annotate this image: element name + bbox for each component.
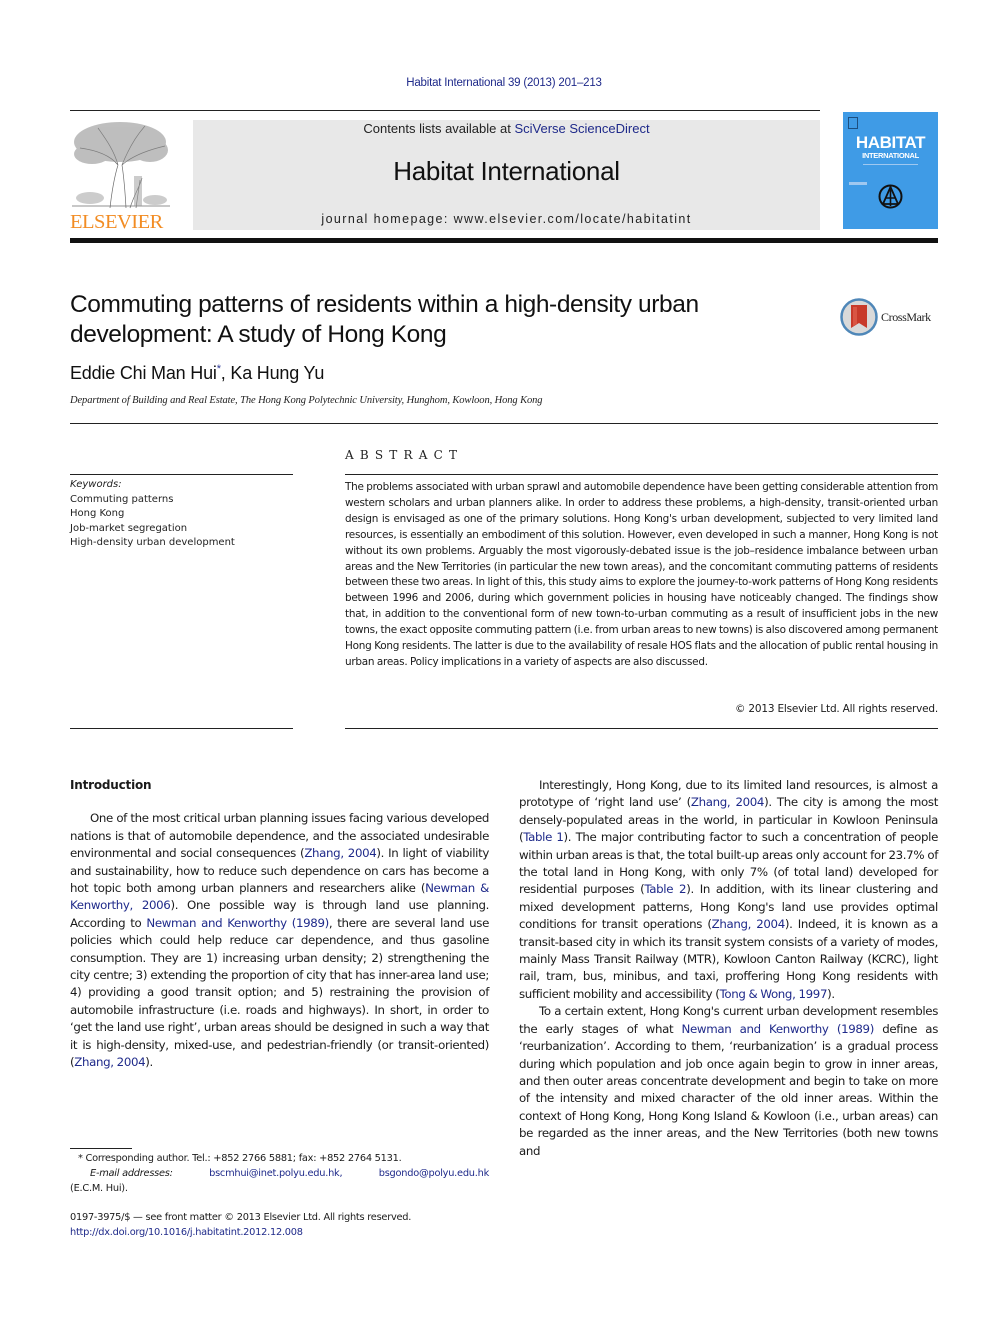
keyword-item: Commuting patterns: [70, 493, 174, 505]
author-separator: ,: [220, 363, 231, 383]
body-text: , there are several land use policies wh…: [70, 915, 489, 1070]
citation-link[interactable]: Table 2: [644, 882, 686, 896]
masthead: Contents lists available at SciVerse Sci…: [193, 120, 820, 230]
contents-line: Contents lists available at SciVerse Sci…: [193, 121, 820, 136]
email-link[interactable]: bscmhui@inet.polyu.edu.hk,: [209, 1166, 342, 1181]
footnote-mark: *: [78, 1153, 83, 1164]
title-rule: [70, 423, 938, 424]
cover-title: HABITAT: [855, 133, 926, 152]
footnote-rule: [70, 1148, 132, 1149]
keywords-rule: [70, 474, 293, 475]
body-text: ).: [145, 1055, 153, 1070]
masthead-rule: [70, 238, 938, 243]
sciencedirect-link[interactable]: SciVerse ScienceDirect: [514, 121, 649, 136]
keywords-label: Keywords:: [70, 479, 122, 490]
journal-homepage-link[interactable]: journal homepage: www.elsevier.com/locat…: [193, 212, 820, 226]
body-left-column: Introduction One of the most critical ur…: [70, 777, 489, 1072]
cover-subtitle: INTERNATIONAL: [862, 151, 919, 160]
email-row: E-mail addresses: bscmhui@inet.polyu.edu…: [70, 1166, 489, 1181]
crossmark-icon: [840, 298, 878, 336]
section-heading: Introduction: [70, 778, 152, 792]
body-right-column: Interestingly, Hong Kong, due to its lim…: [519, 777, 938, 1160]
abstract-heading: ABSTRACT: [345, 448, 464, 462]
citation-link[interactable]: Habitat International 39 (2013) 201–213: [406, 77, 602, 89]
citation-link[interactable]: Table 1: [523, 830, 564, 844]
abstract-rule: [345, 474, 938, 475]
body-paragraph: One of the most critical urban planning …: [70, 810, 489, 1071]
keyword-item: Hong Kong: [70, 508, 125, 519]
email-owner: (E.C.M. Hui).: [70, 1183, 128, 1194]
journal-title: Habitat International: [393, 156, 620, 186]
front-matter: 0197-3975/$ — see front matter © 2013 El…: [70, 1211, 411, 1240]
email-link[interactable]: bsgondo@polyu.edu.hk: [379, 1166, 490, 1181]
body-paragraph: Interestingly, Hong Kong, due to its lim…: [519, 777, 938, 1003]
citation-link[interactable]: Zhang, 2004: [74, 1055, 145, 1069]
citation-link[interactable]: Zhang, 2004: [712, 917, 786, 931]
journal-citation[interactable]: Habitat International 39 (2013) 201–213: [0, 77, 992, 89]
footnote-contact: Corresponding author. Tel.: +852 2766 58…: [85, 1153, 402, 1164]
body-text: define as ‘reurbanization’. According to…: [519, 1021, 938, 1158]
cover-volume-mark: [849, 182, 867, 185]
contents-prefix: Contents lists available at: [363, 121, 515, 136]
article-title: Commuting patterns of residents within a…: [70, 291, 699, 348]
issn-line: 0197-3975/$ — see front matter © 2013 El…: [70, 1212, 412, 1223]
abstract-text: The problems associated with urban spraw…: [345, 481, 938, 668]
author-name: Eddie Chi Man Hui: [70, 363, 217, 383]
body-text: ).: [827, 986, 835, 1001]
citation-link[interactable]: Newman and Kenworthy (1989): [682, 1022, 875, 1036]
citation-link[interactable]: Newman and Kenworthy (1989): [146, 916, 329, 930]
keywords-bottom-rule: [70, 728, 293, 729]
citation-link[interactable]: Zhang, 2004: [691, 795, 765, 809]
citation-link[interactable]: Tong & Wong, 1997: [719, 987, 827, 1001]
crossmark-label: CrossMark: [881, 310, 931, 324]
keyword-item: High-density urban development: [70, 537, 235, 548]
email-label: E-mail addresses:: [90, 1168, 173, 1179]
body-paragraph: To a certain extent, Hong Kong's current…: [519, 1003, 938, 1160]
citation-link[interactable]: Zhang, 2004: [304, 846, 376, 860]
author-affiliation: Department of Building and Real Estate, …: [70, 395, 543, 406]
elsevier-tree-icon: [72, 122, 170, 209]
header-rule: [70, 110, 820, 111]
crossmark-button[interactable]: CrossMark: [840, 298, 950, 338]
doi-link[interactable]: http://dx.doi.org/10.1016/j.habitatint.2…: [70, 1226, 411, 1241]
author-name: Ka Hung Yu: [230, 363, 325, 383]
corresponding-author-note: * Corresponding author. Tel.: +852 2766 …: [70, 1151, 489, 1166]
elsevier-wordmark: ELSEVIER: [70, 211, 163, 233]
abstract-copyright: © 2013 Elsevier Ltd. All rights reserved…: [734, 703, 938, 715]
footnote: * Corresponding author. Tel.: +852 2766 …: [70, 1151, 489, 1196]
keyword-item: Job-market segregation: [70, 522, 188, 534]
cover-divider: [863, 164, 918, 165]
habitat-emblem-icon: [878, 184, 903, 209]
keywords-block: Keywords: Commuting patterns Hong Kong J…: [70, 478, 293, 551]
abstract-bottom-rule: [345, 728, 938, 729]
author-list: Eddie Chi Man Hui*, Ka Hung Yu: [70, 363, 324, 384]
elsevier-logo[interactable]: ELSEVIER: [70, 120, 172, 233]
journal-cover[interactable]: HABITAT INTERNATIONAL: [843, 112, 938, 229]
cover-publisher-mark-icon: [848, 117, 858, 129]
